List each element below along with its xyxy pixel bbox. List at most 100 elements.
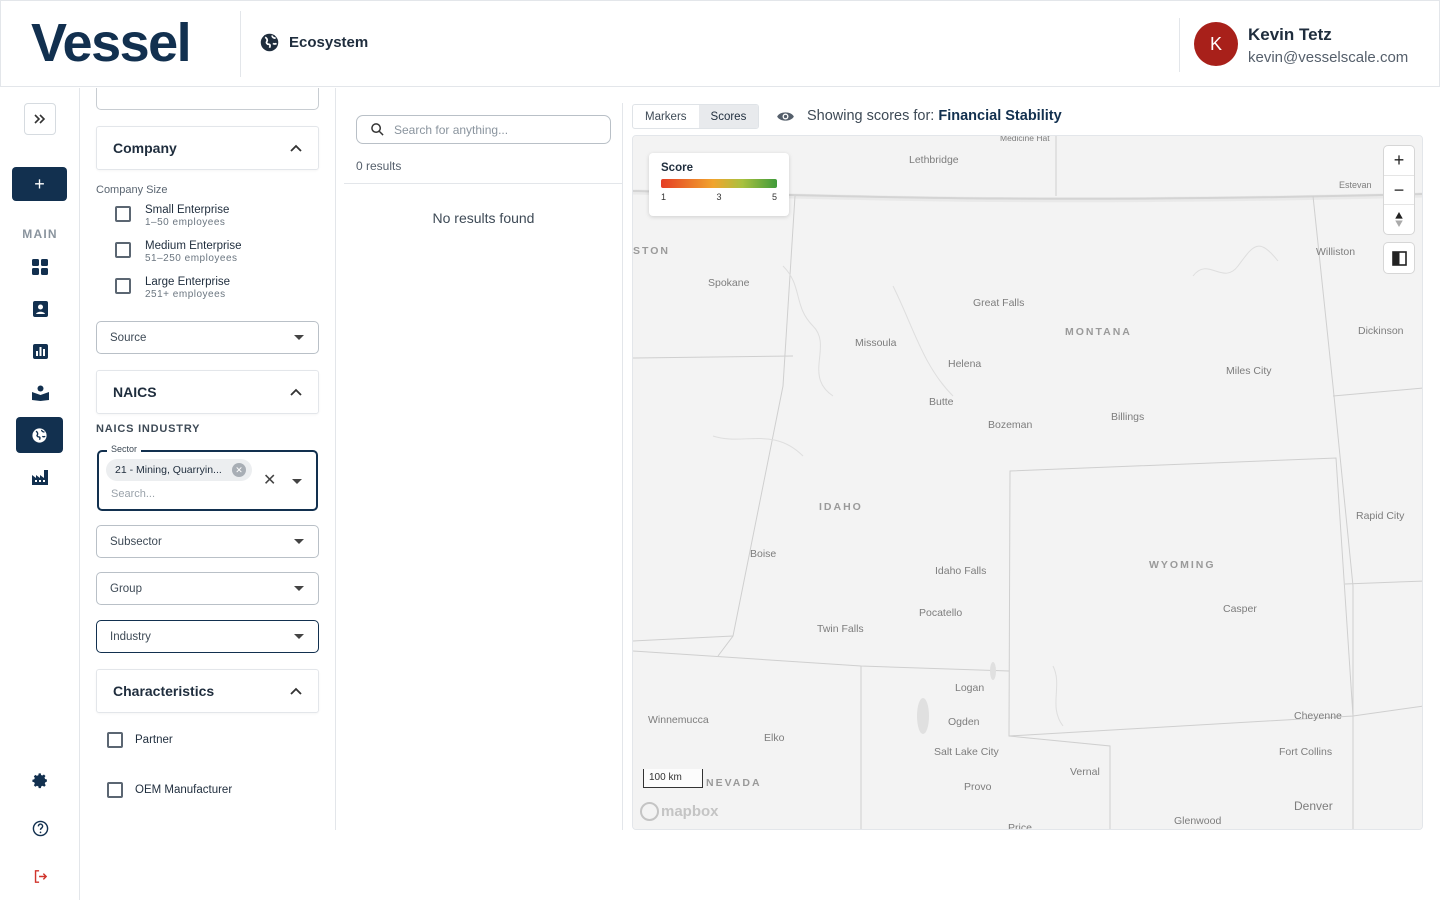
nav-learning[interactable] xyxy=(24,377,56,409)
compass-icon xyxy=(1395,212,1403,228)
header-divider xyxy=(240,11,241,77)
naics-accordion[interactable]: NAICS xyxy=(96,370,319,414)
sector-chip[interactable]: 21 - Mining, Quarryin... ✕ xyxy=(106,459,252,481)
size-label: Small Enterprise xyxy=(145,204,230,216)
partner-checkbox[interactable]: Partner xyxy=(107,732,173,748)
eye-icon xyxy=(777,111,794,121)
legend-tick: 5 xyxy=(771,192,777,202)
zoom-out-button[interactable]: − xyxy=(1384,176,1414,206)
mapbox-text: mapbox xyxy=(661,803,719,820)
nav-analytics[interactable] xyxy=(24,335,56,367)
chevron-up-icon xyxy=(290,144,302,152)
nav-logout[interactable] xyxy=(24,860,56,892)
map-label-city: Medicine Hat xyxy=(1000,135,1050,143)
chevron-up-icon xyxy=(290,687,302,695)
zoom-in-button[interactable]: + xyxy=(1384,146,1414,176)
map-label-city: Spokane xyxy=(708,277,750,289)
map-label-city: Winnemucca xyxy=(648,714,709,726)
search-placeholder: Search for anything... xyxy=(394,122,509,137)
tab-scores[interactable]: Scores xyxy=(698,105,759,128)
source-select-label: Source xyxy=(110,331,147,344)
subsector-select[interactable]: Subsector xyxy=(96,525,319,558)
map-label-city: Pocatello xyxy=(919,607,963,619)
legend-tick: 1 xyxy=(661,192,667,202)
checkbox[interactable] xyxy=(115,278,131,294)
app-header: Vessel Ecosystem K Kevin Tetz kevin@vess… xyxy=(0,0,1440,87)
compass-button[interactable] xyxy=(1384,205,1414,234)
score-indicator: Showing scores for: Financial Stability xyxy=(776,108,1062,124)
caret-down-icon[interactable] xyxy=(292,479,302,484)
map-label-city: Glenwood xyxy=(1174,815,1222,827)
vessel-logo[interactable]: Vessel xyxy=(31,15,192,71)
search-icon xyxy=(371,123,384,136)
map-label-city: Butte xyxy=(929,396,954,408)
partner-label: Partner xyxy=(135,734,173,746)
nav-dashboard[interactable] xyxy=(24,251,56,283)
left-nav: + MAIN xyxy=(0,88,80,900)
chip-remove-icon[interactable]: ✕ xyxy=(232,463,246,477)
checkbox[interactable] xyxy=(115,206,131,222)
map-label-city: Idaho Falls xyxy=(935,565,987,577)
learning-icon xyxy=(31,385,49,401)
contacts-icon xyxy=(32,301,48,317)
company-size-label: Company Size xyxy=(96,184,168,196)
clear-icon[interactable]: ✕ xyxy=(263,470,276,490)
company-accordion[interactable]: Company xyxy=(96,126,319,170)
map-label-city: Logan xyxy=(955,682,985,694)
map-label-city: Bozeman xyxy=(988,419,1033,431)
characteristics-accordion-title: Characteristics xyxy=(113,683,215,699)
legend-gradient xyxy=(661,179,777,188)
section-title: Ecosystem xyxy=(259,32,368,53)
nav-settings[interactable] xyxy=(24,764,56,796)
results-panel: Search for anything... 0 results No resu… xyxy=(344,103,623,830)
user-email: kevin@vesselscale.com xyxy=(1248,49,1409,66)
mapbox-logo[interactable]: mapbox xyxy=(640,802,719,821)
showing-prefix: Showing scores for: xyxy=(807,108,935,124)
source-select[interactable]: Source xyxy=(96,321,319,354)
sector-search-input[interactable]: Search... xyxy=(111,488,155,500)
empty-state: No results found xyxy=(432,210,535,226)
oem-checkbox[interactable]: OEM Manufacturer xyxy=(107,782,232,798)
map-label-state: STON xyxy=(633,245,670,257)
nav-help[interactable] xyxy=(24,812,56,844)
map-canvas[interactable]: Medicine Hat Lethbridge Estevan Willisto… xyxy=(632,135,1423,830)
map-label-city: Billings xyxy=(1111,411,1145,423)
expand-nav-button[interactable] xyxy=(24,103,56,135)
map-label-city: Vernal xyxy=(1070,766,1100,778)
map-label-city: Missoula xyxy=(855,337,897,349)
size-label: Medium Enterprise xyxy=(145,240,242,252)
map-label-city: Helena xyxy=(948,358,982,370)
group-select[interactable]: Group xyxy=(96,572,319,605)
globe-icon xyxy=(32,427,47,443)
filter-input-stub[interactable] xyxy=(96,88,319,110)
showing-value[interactable]: Financial Stability xyxy=(938,108,1061,124)
nav-factories[interactable] xyxy=(24,461,56,493)
map-label-state: IDAHO xyxy=(819,501,863,513)
industry-select[interactable]: Industry xyxy=(96,620,319,653)
sector-chip-label: 21 - Mining, Quarryin... xyxy=(115,464,222,476)
factory-icon xyxy=(31,469,48,485)
layer-toggle-button[interactable] xyxy=(1384,243,1414,273)
nav-ecosystem[interactable] xyxy=(16,417,63,453)
nav-contacts[interactable] xyxy=(24,293,56,325)
naics-industry-label: NAICS INDUSTRY xyxy=(96,423,201,435)
checkbox[interactable] xyxy=(107,782,123,798)
checkbox[interactable] xyxy=(107,732,123,748)
score-legend: Score 1 3 5 xyxy=(649,153,789,216)
size-medium-checkbox[interactable]: Medium Enterprise 51–250 employees xyxy=(115,240,242,265)
characteristics-accordion[interactable]: Characteristics xyxy=(96,669,319,713)
size-large-checkbox[interactable]: Large Enterprise 251+ employees xyxy=(115,276,230,301)
size-small-checkbox[interactable]: Small Enterprise 1–50 employees xyxy=(115,204,229,229)
search-input[interactable]: Search for anything... xyxy=(356,115,611,144)
add-button[interactable]: + xyxy=(12,167,67,201)
map-label-city: Price xyxy=(1008,822,1032,830)
user-name: Kevin Tetz xyxy=(1248,25,1332,44)
map-label-city: Lethbridge xyxy=(909,154,959,166)
user-avatar[interactable]: K xyxy=(1194,22,1238,66)
chevron-double-right-icon xyxy=(34,114,46,124)
size-label: Large Enterprise xyxy=(145,276,231,288)
tab-markers[interactable]: Markers xyxy=(633,105,699,128)
sector-multiselect[interactable]: Sector 21 - Mining, Quarryin... ✕ Search… xyxy=(97,444,318,511)
map-view-tabs: Markers Scores xyxy=(632,104,760,129)
checkbox[interactable] xyxy=(115,242,131,258)
